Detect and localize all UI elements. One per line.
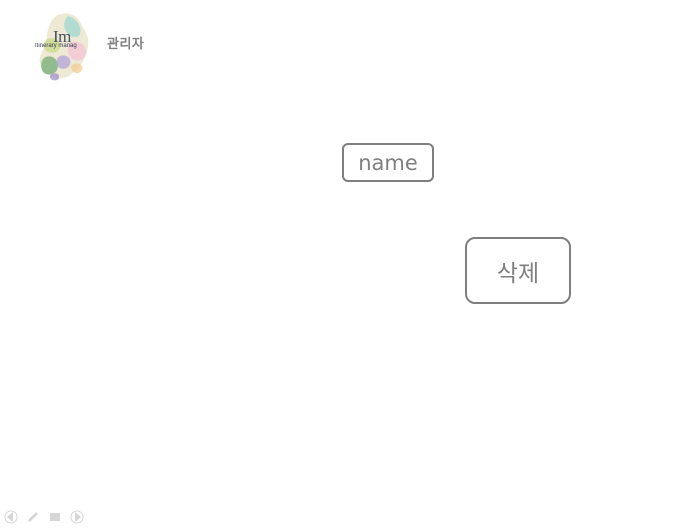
name-field[interactable]: name (342, 143, 434, 182)
page: Im Itinerary manag 관리자 name 삭제 (0, 0, 700, 530)
menu-icon[interactable] (48, 510, 62, 524)
logo-subtitle: Itinerary manag (35, 43, 77, 49)
previous-icon[interactable] (4, 510, 18, 524)
admin-label: 관리자 (107, 37, 145, 52)
pen-icon[interactable] (26, 510, 40, 524)
delete-button[interactable]: 삭제 (465, 237, 571, 304)
next-icon[interactable] (70, 510, 84, 524)
slideshow-controls (4, 510, 84, 524)
korea-map-logo-icon: Im Itinerary manag (34, 12, 96, 82)
